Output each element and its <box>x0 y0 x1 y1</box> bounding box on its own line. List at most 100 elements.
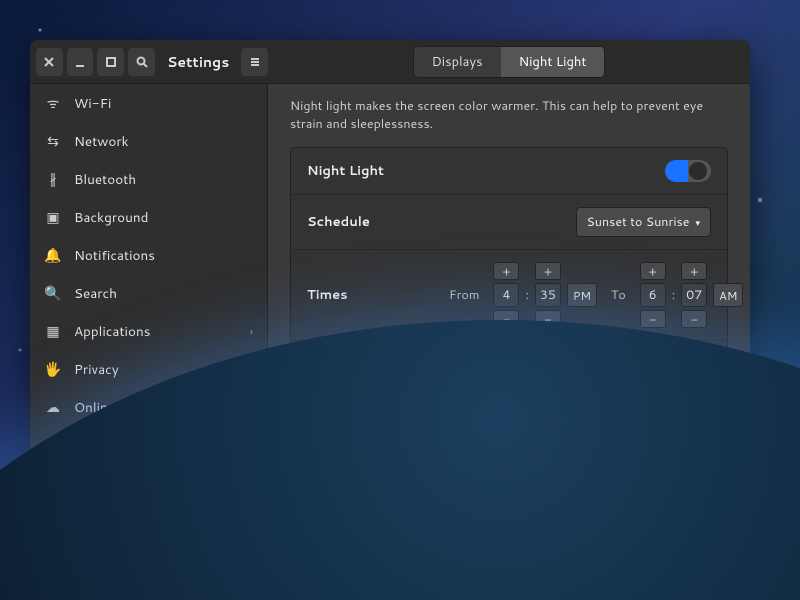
sidebar-item-label: Power <box>74 512 114 531</box>
from-minute-down[interactable]: − <box>535 310 561 328</box>
chevron-right-icon: › <box>250 323 253 340</box>
window-title: Settings <box>167 52 229 72</box>
maximize-button[interactable] <box>97 48 124 76</box>
from-minute-value[interactable]: 35 <box>535 283 561 307</box>
color-temperature-slider[interactable]: ↖ <box>449 353 711 361</box>
slider-thumb[interactable] <box>549 349 563 363</box>
to-label: To <box>611 286 626 304</box>
from-ampm-button[interactable]: PM <box>567 283 597 307</box>
sidebar-item-label: Background <box>74 208 148 227</box>
times-label: Times <box>307 286 437 304</box>
cloud-icon: ☁ <box>44 397 62 417</box>
tab-night-light[interactable]: Night Light <box>501 47 605 77</box>
display-icon: 🖵 <box>44 549 62 560</box>
row-night-light: Night Light <box>291 148 727 195</box>
sidebar-item-wi-fi[interactable]: ᯤ Wi-Fi <box>30 84 267 122</box>
titlebar: Settings Displays Night Light <box>30 40 750 84</box>
hamburger-icon <box>248 55 262 69</box>
search-icon: 🔍 <box>44 283 62 303</box>
view-switcher-container: Displays Night Light <box>268 46 750 78</box>
more-warm-label: More Warm <box>647 365 711 382</box>
sidebar-item-label: Online Accounts <box>74 398 176 417</box>
close-icon <box>42 55 56 69</box>
view-switcher: Displays Night Light <box>413 46 606 78</box>
sidebar-item-label: Privacy <box>74 360 119 379</box>
sidebar-item-search[interactable]: 🔍 Search <box>30 274 267 312</box>
sidebar-item-label: Bluetooth <box>74 170 136 189</box>
settings-panel: Night Light Schedule Sunset to Sunrise ▾ <box>290 147 728 395</box>
from-hour-down[interactable]: − <box>493 310 519 328</box>
colon: : <box>525 286 528 304</box>
sidebar[interactable]: ᯤ Wi-Fi ⇆ Network ∦ Bluetooth ▣ Background 🔔 Noti… <box>30 84 268 560</box>
from-hour-up[interactable]: + <box>493 262 519 280</box>
sidebar-item-sound[interactable]: 🔊 Sound <box>30 464 267 502</box>
schedule-value: Sunset to Sunrise <box>587 213 690 231</box>
background-icon: ▣ <box>44 207 62 227</box>
menu-button[interactable] <box>241 48 268 76</box>
tab-displays[interactable]: Displays <box>414 47 501 77</box>
search-icon <box>135 55 149 69</box>
description-text: Night light makes the screen color warme… <box>290 98 710 133</box>
less-warm-label: Less Warm <box>449 365 509 382</box>
to-minute-value[interactable]: 07 <box>681 283 707 307</box>
sidebar-item-label: Applications <box>74 322 150 341</box>
row-times: Times From + 4 − : + 35 <box>291 250 727 341</box>
maximize-icon <box>104 55 118 69</box>
content-pane: Night light makes the screen color warme… <box>268 84 750 560</box>
close-button[interactable] <box>36 48 63 76</box>
share-icon: ⇪ <box>44 435 62 455</box>
night-light-toggle[interactable] <box>665 160 711 182</box>
row-color-temperature: Color Temperature ↖ Less Warm More Warm <box>291 341 727 394</box>
schedule-dropdown[interactable]: Sunset to Sunrise ▾ <box>576 207 712 237</box>
row-schedule: Schedule Sunset to Sunrise ▾ <box>291 195 727 250</box>
network-icon: ⇆ <box>44 131 62 151</box>
sidebar-item-power[interactable]: ⏻ Power <box>30 502 267 540</box>
slider-labels: Less Warm More Warm <box>449 365 711 382</box>
to-ampm-button[interactable]: AM <box>713 283 743 307</box>
to-hour-up[interactable]: + <box>640 262 666 280</box>
slider-tick <box>627 351 628 363</box>
color-temperature-label: Color Temperature <box>307 359 437 377</box>
titlebar-left: Settings <box>30 48 268 76</box>
power-icon: ⏻ <box>44 511 62 531</box>
bell-icon: 🔔 <box>44 245 62 265</box>
sidebar-item-displays[interactable]: 🖵 Displays <box>30 540 267 560</box>
from-hour-value[interactable]: 4 <box>493 283 519 307</box>
chevron-right-icon: › <box>250 361 253 378</box>
minimize-icon <box>73 55 87 69</box>
schedule-label: Schedule <box>307 213 437 231</box>
to-hour-value[interactable]: 6 <box>640 283 666 307</box>
sidebar-item-label: Network <box>74 132 129 151</box>
sidebar-item-privacy[interactable]: 🖐 Privacy › <box>30 350 267 388</box>
sidebar-item-label: Notifications <box>74 246 155 265</box>
sidebar-item-background[interactable]: ▣ Background <box>30 198 267 236</box>
sidebar-item-applications[interactable]: ▦Applications› <box>30 312 267 350</box>
minimize-button[interactable] <box>67 48 94 76</box>
from-minute-up[interactable]: + <box>535 262 561 280</box>
settings-window: Settings Displays Night Light ᯤ Wi-Fi ⇆ Net… <box>30 40 750 560</box>
wifi-icon: ᯤ <box>44 93 62 113</box>
bluetooth-icon: ∦ <box>44 169 62 189</box>
sidebar-item-label: Sound <box>74 474 114 493</box>
sidebar-item-network[interactable]: ⇆ Network <box>30 122 267 160</box>
sidebar-item-label: Wi-Fi <box>74 94 111 113</box>
to-hour-down[interactable]: − <box>640 310 666 328</box>
sidebar-item-label: Sharing <box>74 436 122 455</box>
sound-icon: 🔊 <box>44 473 62 493</box>
sidebar-item-label: Displays <box>74 550 127 561</box>
sidebar-item-label: Search <box>74 284 117 303</box>
privacy-icon: 🖐 <box>44 359 62 379</box>
sidebar-item-bluetooth[interactable]: ∦ Bluetooth <box>30 160 267 198</box>
search-button[interactable] <box>128 48 155 76</box>
to-minute-up[interactable]: + <box>681 262 707 280</box>
to-time-group: + 6 − : + 07 − AM <box>640 262 743 328</box>
from-label: From <box>449 286 479 304</box>
night-light-label: Night Light <box>307 162 437 180</box>
watermark: wsxdn.com <box>744 585 794 596</box>
sidebar-item-notifications[interactable]: 🔔 Notifications <box>30 236 267 274</box>
sidebar-item-online-accounts[interactable]: ☁ Online Accounts <box>30 388 267 426</box>
to-minute-down[interactable]: − <box>681 310 707 328</box>
chevron-down-icon: ▾ <box>695 216 700 229</box>
from-time-group: + 4 − : + 35 − PM <box>493 262 596 328</box>
sidebar-item-sharing[interactable]: ⇪ Sharing <box>30 426 267 464</box>
